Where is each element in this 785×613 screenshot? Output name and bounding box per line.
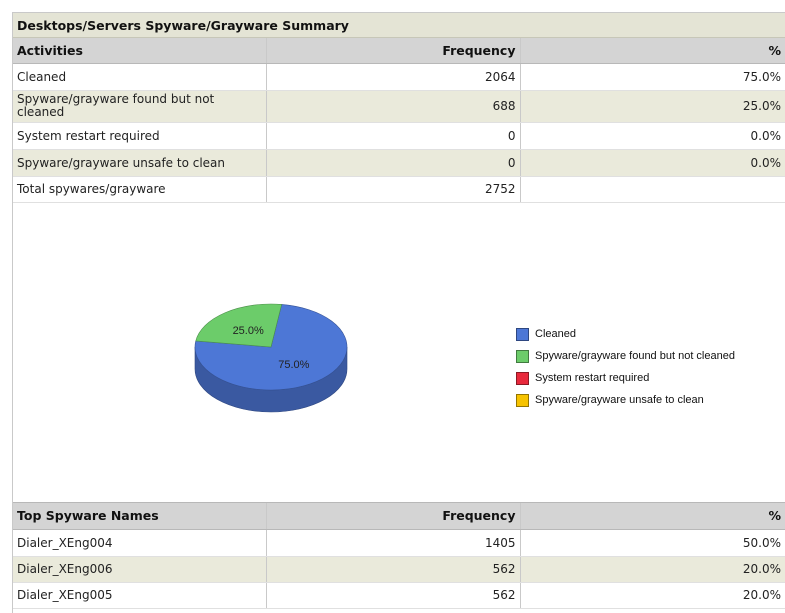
- spyware-name-cell: Dialer_XEng006: [13, 556, 267, 583]
- table-row: Dialer_XEng006 562 20.0%: [13, 556, 785, 583]
- slice-label: 25.0%: [233, 325, 264, 337]
- column-header-percent[interactable]: %: [520, 38, 785, 64]
- frequency-cell: 688: [266, 90, 521, 123]
- percent-cell: 20.0%: [520, 556, 785, 583]
- frequency-cell: 562: [266, 582, 521, 609]
- column-header-activities[interactable]: Activities: [13, 38, 267, 64]
- percent-cell: 0.0%: [520, 122, 785, 150]
- legend-label: System restart required: [535, 372, 650, 384]
- column-header-frequency[interactable]: Frequency: [266, 503, 521, 530]
- legend-swatch: [516, 327, 529, 341]
- legend-item: Spyware/grayware found but not cleaned: [516, 345, 735, 367]
- frequency-cell: 0: [266, 149, 521, 177]
- percent-cell: 75.0%: [520, 63, 785, 91]
- legend-item: System restart required: [516, 367, 735, 389]
- activity-cell: System restart required: [13, 122, 267, 150]
- spyware-summary-panel: Desktops/Servers Spyware/Grayware Summar…: [12, 12, 785, 613]
- frequency-cell: 2064: [266, 63, 521, 91]
- frequency-cell: 0: [266, 122, 521, 150]
- pie-chart-area: 75.0% 25.0% Cleaned Spyware/grayware foun…: [13, 202, 785, 503]
- frequency-cell: 2752: [266, 176, 521, 203]
- legend-swatch: [516, 393, 529, 407]
- table-row: Dialer_XEng004 1405 50.0%: [13, 529, 785, 557]
- legend-item: Spyware/grayware unsafe to clean: [516, 389, 735, 411]
- legend-swatch: [516, 371, 529, 385]
- legend-swatch: [516, 349, 529, 363]
- column-header-frequency[interactable]: Frequency: [266, 38, 521, 64]
- activity-cell: Total spywares/grayware: [13, 176, 267, 203]
- percent-cell: 50.0%: [520, 529, 785, 557]
- top-names-header-row: Top Spyware Names Frequency %: [13, 503, 785, 530]
- chart-legend: Cleaned Spyware/grayware found but not c…: [516, 323, 735, 411]
- legend-item: Cleaned: [516, 323, 735, 345]
- table-row: Total spywares/grayware 2752: [13, 176, 785, 203]
- top-spyware-table: Top Spyware Names Frequency % Dialer_XEn…: [13, 503, 785, 609]
- slice-label: 75.0%: [278, 359, 309, 371]
- table-row: Dialer_XEng005 562 20.0%: [13, 582, 785, 609]
- frequency-cell: 1405: [266, 529, 521, 557]
- frequency-cell: 562: [266, 556, 521, 583]
- table-row: System restart required 0 0.0%: [13, 122, 785, 150]
- legend-label: Spyware/grayware unsafe to clean: [535, 394, 704, 406]
- activity-cell: Cleaned: [13, 63, 267, 91]
- percent-cell: 25.0%: [520, 90, 785, 123]
- column-header-spyware-names[interactable]: Top Spyware Names: [13, 503, 267, 530]
- summary-header-row: Activities Frequency %: [13, 38, 785, 64]
- table-row: Cleaned 2064 75.0%: [13, 63, 785, 91]
- column-header-percent[interactable]: %: [520, 503, 785, 530]
- legend-label: Spyware/grayware found but not cleaned: [535, 350, 735, 362]
- summary-table: Activities Frequency % Cleaned 2064 75.0…: [13, 38, 785, 203]
- legend-label: Cleaned: [535, 328, 576, 340]
- percent-cell: 20.0%: [520, 582, 785, 609]
- spyware-name-cell: Dialer_XEng005: [13, 582, 267, 609]
- activity-cell: Spyware/grayware found but not cleaned: [13, 90, 267, 123]
- percent-cell: 0.0%: [520, 149, 785, 177]
- activity-cell: Spyware/grayware unsafe to clean: [13, 149, 267, 177]
- table-row: Spyware/grayware unsafe to clean 0 0.0%: [13, 149, 785, 177]
- table-row: Spyware/grayware found but not cleaned 6…: [13, 90, 785, 123]
- spyware-name-cell: Dialer_XEng004: [13, 529, 267, 557]
- summary-title: Desktops/Servers Spyware/Grayware Summar…: [13, 13, 785, 38]
- percent-cell: [520, 176, 785, 203]
